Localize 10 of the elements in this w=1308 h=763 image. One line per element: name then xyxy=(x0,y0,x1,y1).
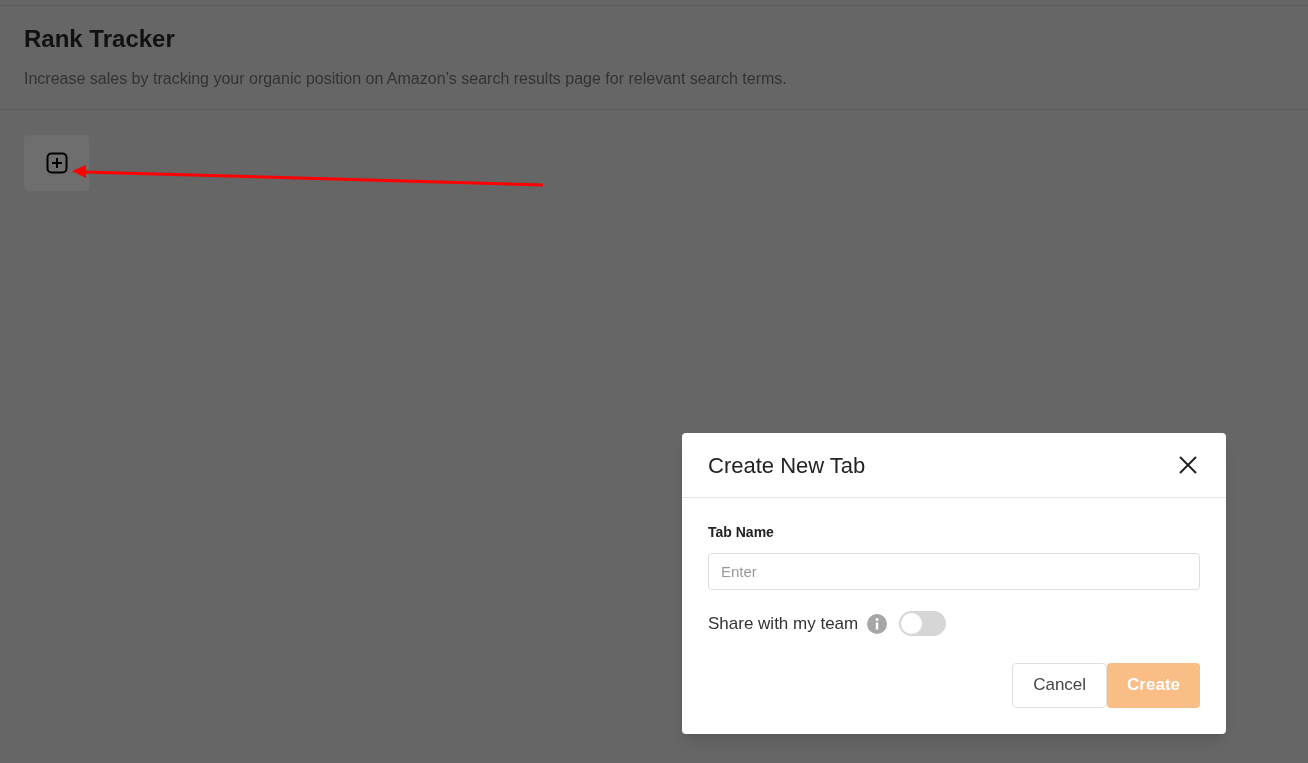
plus-square-icon xyxy=(45,152,68,174)
share-toggle[interactable] xyxy=(899,611,947,637)
dialog-title: Create New Tab xyxy=(708,451,866,480)
info-icon xyxy=(867,613,888,634)
cancel-button[interactable]: Cancel xyxy=(1012,662,1108,708)
add-tab-button[interactable] xyxy=(24,135,89,191)
field-label: Tab Name xyxy=(708,523,775,542)
page-title: Rank Tracker xyxy=(24,24,176,54)
tab-name-input[interactable]: Enter xyxy=(708,553,1200,590)
share-label: Share with my team xyxy=(708,613,859,635)
